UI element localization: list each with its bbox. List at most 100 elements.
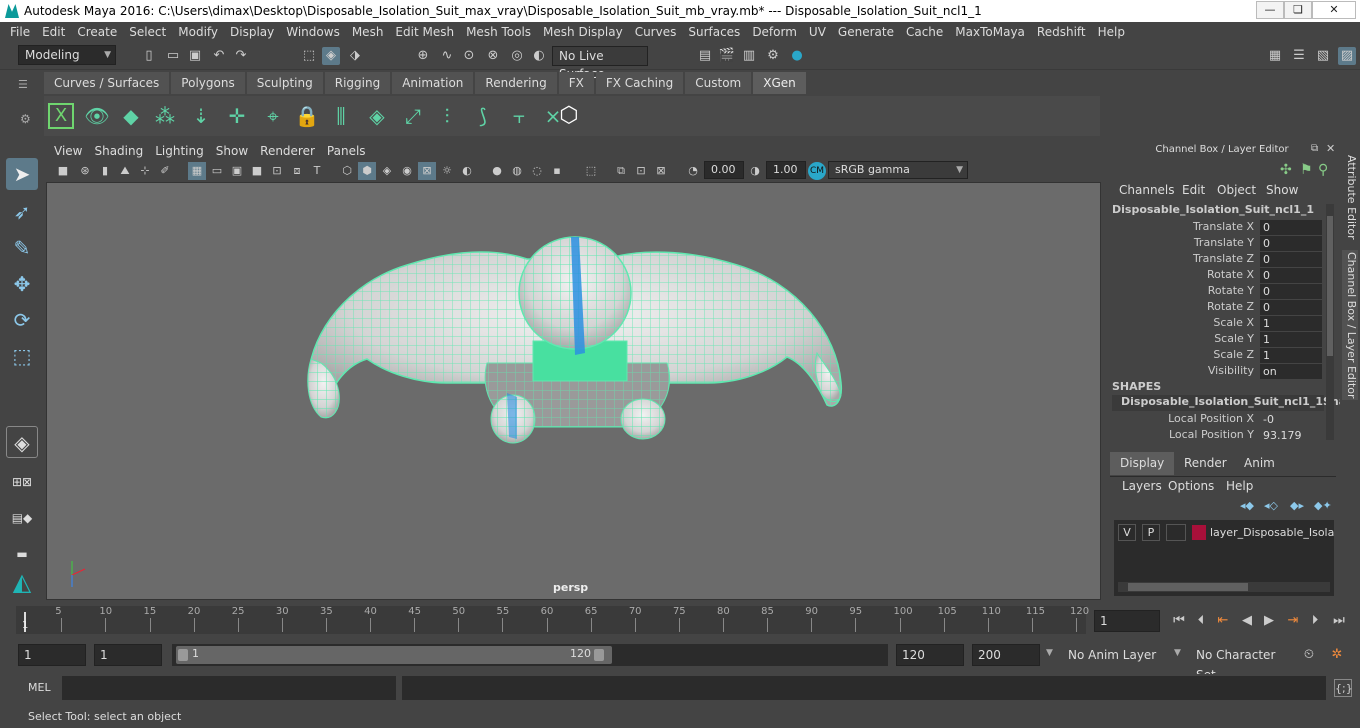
xgen-interactive-groom-icon[interactable]: ⬡ xyxy=(554,100,584,132)
menu-display[interactable]: Display xyxy=(224,22,280,42)
safe-action-icon[interactable]: ⧈ xyxy=(288,162,306,180)
ipr-render-icon[interactable]: ▥ xyxy=(740,47,758,65)
anim-layer-selector[interactable]: No Anim Layer xyxy=(1062,644,1162,666)
safe-title-icon[interactable]: T xyxy=(308,162,326,180)
anim-layer-chevron-icon[interactable]: ▼ xyxy=(1046,648,1053,658)
close-panel-icon[interactable]: ✕ xyxy=(1326,142,1335,155)
four-pane-layout-icon[interactable]: ⊞⊠ xyxy=(6,466,38,498)
xgen-description-icon[interactable]: ◆ xyxy=(116,100,146,132)
layer-tab-display[interactable]: Display xyxy=(1110,452,1175,475)
xgen-grooming-icon[interactable]: ⁂ xyxy=(150,100,180,132)
step-forward-frame-icon[interactable]: ⏵ xyxy=(1306,612,1324,630)
select-hierarchy-icon[interactable]: ⬚ xyxy=(300,47,318,65)
bookmark-icon[interactable]: ▮ xyxy=(96,162,114,180)
exposure-field[interactable]: 0.00 xyxy=(704,161,744,179)
snap-point-icon[interactable]: ⊙ xyxy=(460,47,478,65)
menu-help[interactable]: Help xyxy=(1092,22,1131,42)
select-component-icon[interactable]: ⬗ xyxy=(346,47,364,65)
shelf-settings-icon[interactable]: ⚙ xyxy=(20,112,36,126)
cb-attr-value[interactable]: 0 xyxy=(1260,268,1322,283)
cb-attr-value[interactable]: 0 xyxy=(1260,252,1322,267)
shelf-tab-polygons[interactable]: Polygons xyxy=(171,72,245,94)
close-button[interactable]: ✕ xyxy=(1312,1,1356,19)
menu-edit[interactable]: Edit xyxy=(36,22,71,42)
range-slider-track[interactable]: 1 120 xyxy=(172,644,888,666)
cb-shape-attr-value[interactable]: 93.179 xyxy=(1260,428,1322,443)
cb-attr-value[interactable]: 1 xyxy=(1260,316,1322,331)
xray-icon[interactable]: ⧉ xyxy=(612,162,630,180)
cb-menu-object[interactable]: Object xyxy=(1217,183,1256,197)
viewport-menu-lighting[interactable]: Lighting xyxy=(149,142,210,160)
cb-shape-name[interactable]: Disposable_Isolation_Suit_ncl1_1Sha... xyxy=(1112,395,1359,411)
cb-attr-label[interactable]: Rotate X xyxy=(1104,268,1254,281)
axis-orient-icon[interactable]: ✣ xyxy=(1280,162,1292,178)
cb-attr-value[interactable]: 1 xyxy=(1260,348,1322,363)
viewport-menu-shading[interactable]: Shading xyxy=(88,142,149,160)
range-start-grip-icon[interactable] xyxy=(178,649,188,661)
layer-scroll-thumb[interactable] xyxy=(1128,583,1248,591)
motion-blur-icon[interactable]: ◍ xyxy=(508,162,526,180)
xray-joints-icon[interactable]: ⊡ xyxy=(632,162,650,180)
tab-channel-box[interactable]: Channel Box / Layer Editor xyxy=(1342,250,1358,400)
redo-icon[interactable]: ↷ xyxy=(232,47,250,65)
hypershade-icon[interactable]: ● xyxy=(788,47,806,65)
undo-icon[interactable]: ↶ xyxy=(210,47,228,65)
cb-attr-label[interactable]: Visibility xyxy=(1104,364,1254,377)
textured-icon[interactable]: ◉ xyxy=(398,162,416,180)
tab-attribute-editor[interactable]: Attribute Editor xyxy=(1342,152,1358,242)
menu-edit-mesh[interactable]: Edit Mesh xyxy=(389,22,460,42)
paint-select-tool-icon[interactable]: ✎ xyxy=(6,232,38,264)
xgen-cut-icon[interactable]: ⫟ xyxy=(504,100,534,132)
move-layer-down-icon[interactable]: ◂◇ xyxy=(1264,499,1278,512)
viewport-persp[interactable]: persp xyxy=(46,182,1101,600)
xgen-layer-icon[interactable]: ◈ xyxy=(362,100,392,132)
gamma-icon[interactable]: ◑ xyxy=(746,162,764,180)
menu-generate[interactable]: Generate xyxy=(832,22,900,42)
render-frame-icon[interactable]: 🎬 xyxy=(718,47,736,65)
gate-mask-icon[interactable]: ■ xyxy=(248,162,266,180)
color-space-selector[interactable]: sRGB gamma ▼ xyxy=(828,161,968,179)
cb-shape-attr-value[interactable]: -0 xyxy=(1260,412,1322,427)
cb-attr-label[interactable]: Translate Z xyxy=(1104,252,1254,265)
xgen-brush-icon[interactable]: ⟆ xyxy=(468,100,498,132)
select-object-icon[interactable]: ◈ xyxy=(322,47,340,65)
rotate-tool-icon[interactable]: ⟳ xyxy=(6,304,38,336)
xgen-rig-icon[interactable]: ⤢ xyxy=(398,100,428,132)
go-to-end-icon[interactable]: ⏭ xyxy=(1330,612,1348,630)
layer-type-toggle[interactable] xyxy=(1166,524,1186,541)
cb-attr-label[interactable]: Translate Y xyxy=(1104,236,1254,249)
suit-mesh[interactable] xyxy=(307,236,843,444)
step-back-key-icon[interactable]: ⇤ xyxy=(1214,612,1232,630)
menu-select[interactable]: Select xyxy=(123,22,172,42)
use-lights-icon[interactable]: ☼ xyxy=(438,162,456,180)
cb-attr-value[interactable]: 0 xyxy=(1260,236,1322,251)
cb-attr-label[interactable]: Scale Y xyxy=(1104,332,1254,345)
cb-attr-value[interactable]: 0 xyxy=(1260,284,1322,299)
image-plane-icon[interactable]: ⛰ xyxy=(116,162,134,180)
layer-tab-render[interactable]: Render xyxy=(1174,452,1237,475)
go-to-start-icon[interactable]: ⏮ xyxy=(1170,612,1188,630)
xgen-visibility-icon[interactable]: ⌖ xyxy=(258,100,288,132)
cb-menu-channels[interactable]: Channels xyxy=(1119,183,1175,197)
menu-create[interactable]: Create xyxy=(71,22,123,42)
shaded-wireframe-icon[interactable]: ◈ xyxy=(378,162,396,180)
animation-start-field[interactable]: 1 xyxy=(18,644,86,666)
menu-redshift[interactable]: Redshift xyxy=(1031,22,1092,42)
move-tool-icon[interactable]: ✥ xyxy=(6,268,38,300)
shelf-tab-custom[interactable]: Custom xyxy=(685,72,752,94)
step-back-frame-icon[interactable]: ⏴ xyxy=(1192,612,1210,630)
cb-attr-value[interactable]: 0 xyxy=(1260,220,1322,235)
new-layer-icon[interactable]: ◆✦ xyxy=(1314,499,1332,512)
xgen-preview-icon[interactable]: 👁 xyxy=(82,100,112,132)
color-management-icon[interactable]: CM xyxy=(808,162,826,180)
menu-maxtomaya[interactable]: MaxToMaya xyxy=(949,22,1031,42)
anim-preferences-icon[interactable]: ✲ xyxy=(1328,646,1346,664)
shadows-icon[interactable]: ◐ xyxy=(458,162,476,180)
char-set-chevron-icon[interactable]: ▼ xyxy=(1174,648,1181,658)
shelf-tab-rigging[interactable]: Rigging xyxy=(324,72,391,94)
shelf-menu-icon[interactable]: ☰ xyxy=(18,78,34,92)
play-forwards-icon[interactable]: ▶ xyxy=(1260,612,1278,630)
select-tool-icon[interactable]: ➤ xyxy=(6,158,38,190)
cb-shape-attr-label[interactable]: Local Position Y xyxy=(1104,428,1254,441)
make-live-icon[interactable]: ◐ xyxy=(530,47,548,65)
